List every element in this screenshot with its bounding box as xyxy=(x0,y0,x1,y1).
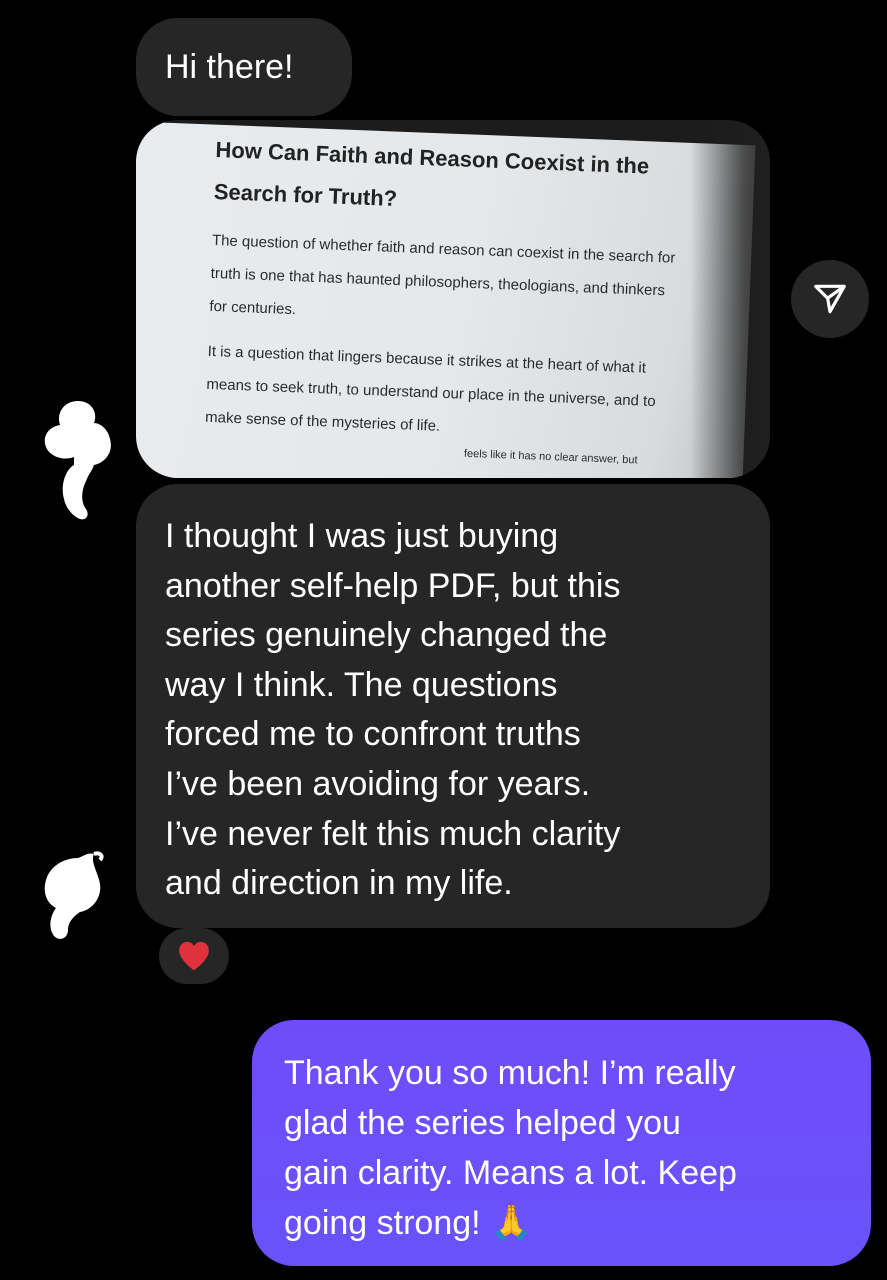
message-line: I’ve never felt this much clarity xyxy=(165,814,621,853)
reaction-badge[interactable] xyxy=(159,928,229,984)
photo-attachment[interactable]: How Can Faith and Reason Coexist in the … xyxy=(136,120,770,478)
message-line: and direction in my life. xyxy=(165,864,513,903)
message-line: gain clarity. Means a lot. Keep xyxy=(284,1154,737,1192)
message-line: I thought I was just buying xyxy=(165,517,559,555)
message-line: I’ve been avoiding for years. xyxy=(165,764,591,803)
message-review[interactable]: I thought I was just buying another self… xyxy=(136,484,770,928)
message-line: glad the series helped you xyxy=(284,1104,681,1142)
message-line: Thank you so much! I’m really xyxy=(284,1054,736,1092)
share-button[interactable] xyxy=(791,260,869,338)
message-line: way I think. The questions xyxy=(165,665,558,704)
message-line: going strong! xyxy=(284,1204,481,1242)
message-line-last: going strong! 🙏 xyxy=(284,1198,851,1248)
message-reply[interactable]: Thank you so much! I’m really glad the s… xyxy=(252,1020,871,1266)
photo-shadow-edge xyxy=(690,120,770,478)
message-line: series genuinely changed the xyxy=(165,616,608,655)
praying-hands-icon: 🙏 xyxy=(490,1204,533,1242)
message-greeting[interactable]: Hi there! xyxy=(136,18,352,116)
message-line: forced me to confront truths xyxy=(165,715,581,754)
sender-avatar-2[interactable] xyxy=(34,850,114,945)
message-line: another self-help PDF, but this xyxy=(165,566,621,605)
heart-icon xyxy=(179,941,209,971)
document-photo-text: How Can Faith and Reason Coexist in the … xyxy=(204,136,736,474)
sender-avatar[interactable] xyxy=(38,395,118,525)
share-send-icon xyxy=(814,284,846,314)
message-text: Hi there! xyxy=(165,48,294,86)
